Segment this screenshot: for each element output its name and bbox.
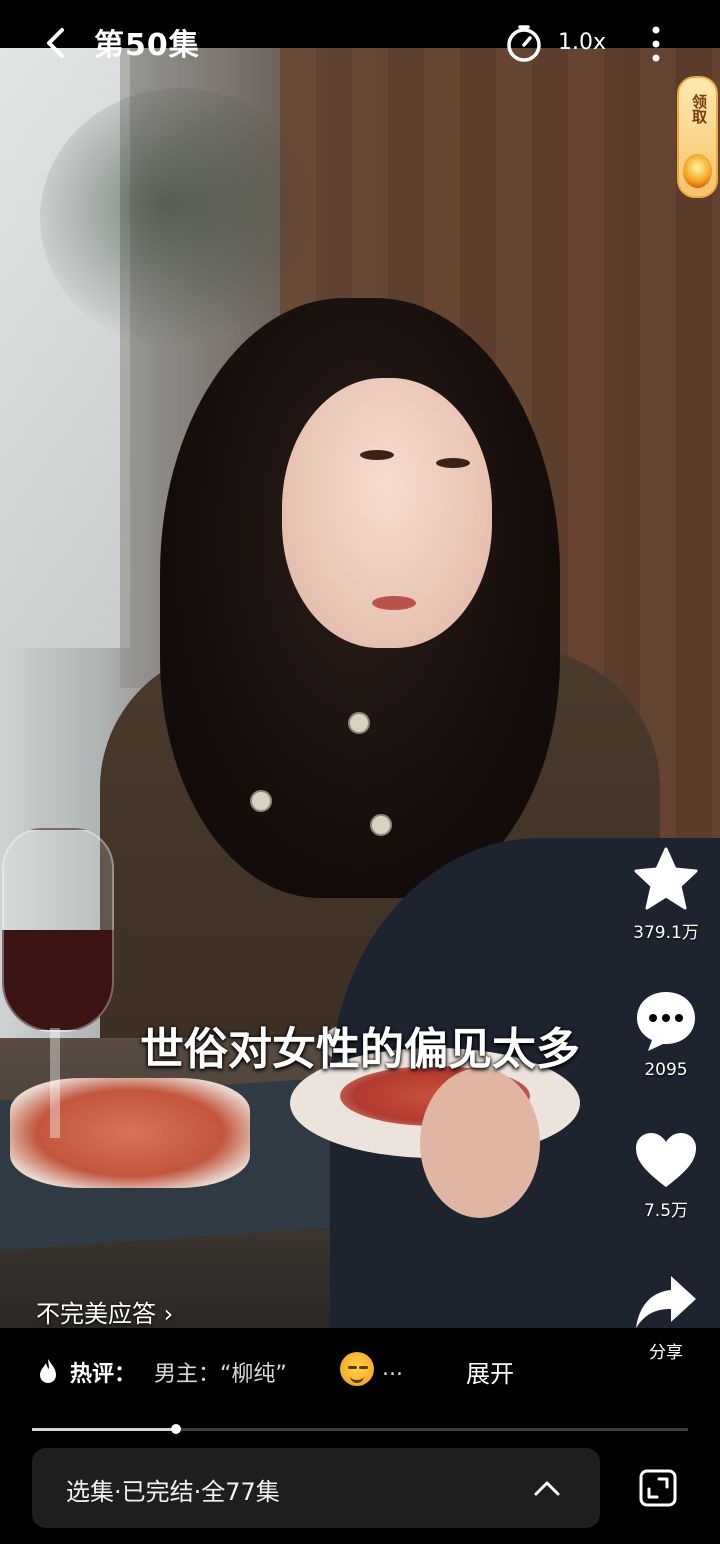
- series-name: 不完美应答: [36, 1300, 156, 1328]
- back-icon[interactable]: [40, 26, 74, 60]
- like-count: 7.5万: [643, 1201, 689, 1221]
- hot-comment-text: 男主：“柳纯”: [154, 1362, 287, 1387]
- heart-icon: [636, 1133, 696, 1187]
- hot-comment-label: 热评：: [70, 1362, 137, 1387]
- favorite-button[interactable]: 379.1万: [628, 846, 704, 943]
- progress-bar[interactable]: [32, 1424, 688, 1434]
- video-player[interactable]: 世俗对女性的偏见太多: [0, 48, 720, 1328]
- video-scene: [360, 450, 394, 460]
- video-scene: [436, 458, 470, 468]
- series-link[interactable]: 不完美应答 ›: [36, 1294, 173, 1329]
- share-button[interactable]: 分享: [628, 1272, 704, 1363]
- episode-selector-label: 选集·已完结·全77集: [66, 1478, 280, 1506]
- video-scene: [348, 712, 370, 734]
- smile-emoji-icon: [340, 1352, 374, 1386]
- treasure-icon: [683, 154, 712, 188]
- comment-count: 2095: [644, 1060, 688, 1080]
- top-bar: 第50集 1.0x: [0, 0, 720, 90]
- like-button[interactable]: 7.5万: [628, 1130, 704, 1221]
- hot-comment-ellipsis: ...: [382, 1356, 403, 1381]
- video-scene: [2, 828, 114, 1032]
- video-scene: [10, 1078, 250, 1188]
- star-icon: [634, 847, 698, 910]
- fullscreen-icon[interactable]: [638, 1468, 678, 1508]
- hot-comment[interactable]: 热评： 男主：“柳纯” ...: [38, 1352, 598, 1390]
- reward-label: 领取: [690, 94, 708, 124]
- fire-icon: [40, 1359, 56, 1383]
- chevron-up-icon: [534, 1481, 560, 1496]
- reward-widget[interactable]: 领取: [677, 76, 718, 198]
- expand-button[interactable]: 展开: [466, 1354, 514, 1389]
- favorite-count: 379.1万: [633, 923, 699, 943]
- timer-icon[interactable]: [504, 24, 544, 64]
- video-scene: [420, 1068, 540, 1218]
- more-icon[interactable]: [640, 24, 672, 64]
- comment-icon: [637, 992, 695, 1051]
- chevron-right-icon: ›: [163, 1300, 174, 1328]
- episode-selector[interactable]: 选集·已完结·全77集: [32, 1448, 600, 1528]
- video-scene: [250, 790, 272, 812]
- share-label: 分享: [649, 1343, 683, 1363]
- comment-button[interactable]: 2095: [628, 988, 704, 1080]
- progress-fill: [32, 1428, 177, 1431]
- video-subtitle: 世俗对女性的偏见太多: [140, 1024, 580, 1075]
- playback-speed[interactable]: 1.0x: [558, 30, 606, 55]
- video-scene: [372, 596, 416, 610]
- video-scene: [370, 814, 392, 836]
- video-scene: [40, 88, 320, 348]
- progress-thumb[interactable]: [171, 1424, 182, 1434]
- share-icon: [636, 1276, 696, 1328]
- episode-title: 第50集: [94, 28, 200, 63]
